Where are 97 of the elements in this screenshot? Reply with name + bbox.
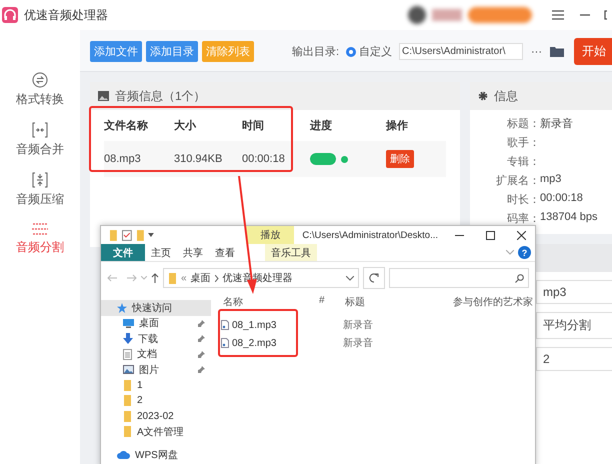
info-value: 138704 bps (540, 211, 598, 225)
folder-icon (123, 380, 132, 391)
dropdown-select[interactable]: 平均分割 (536, 312, 612, 339)
audio-file-icon (221, 338, 229, 348)
document-icon (123, 348, 132, 360)
picture-icon (123, 365, 134, 374)
star-icon (117, 302, 127, 313)
sidebar-item[interactable]: 音频压缩 (16, 172, 64, 208)
ribbon-tab[interactable]: 文件 (101, 244, 145, 261)
folder-icon (136, 230, 144, 240)
start-button[interactable]: 开始 (574, 38, 612, 65)
up-arrow-icon[interactable] (151, 273, 159, 283)
more-button[interactable]: ··· (527, 46, 546, 58)
column-header: 大小 (174, 118, 197, 134)
delete-button[interactable]: 删除 (386, 150, 414, 168)
sidebar-item[interactable]: 音频分割 (16, 222, 64, 256)
chevron-down-icon[interactable] (346, 276, 354, 280)
column-header: 进度 (310, 118, 333, 134)
info-label: 时长： (506, 193, 540, 207)
file-item[interactable]: 08_1.mp3 (221, 316, 276, 334)
cloud-icon (117, 451, 130, 460)
table-cell: 08.mp3 (104, 141, 174, 177)
column-header[interactable]: 标题 (343, 294, 365, 310)
table-cell: 310.94KB (174, 141, 242, 177)
folder-icon (168, 272, 177, 284)
sidebar-item[interactable]: 音频合并 (16, 122, 64, 158)
nav-item[interactable]: 下载 (101, 331, 211, 346)
search-icon (515, 274, 524, 282)
close-icon (517, 230, 526, 240)
table-cell: 00:00:18 (242, 141, 310, 177)
split-lines-icon (31, 222, 49, 236)
explorer-title: C:\Users\Administrator\Deskto... (302, 230, 438, 240)
info-label: 扩展名： (495, 174, 540, 188)
output-path-field[interactable]: C:\Users\Administrator\ (399, 43, 523, 60)
down-arrow-icon (123, 333, 133, 344)
nav-item[interactable]: 快速访问 (101, 300, 211, 316)
nav-item[interactable]: 1 (101, 378, 211, 393)
overflow-chevron: « (181, 272, 187, 284)
info-label: 码率： (506, 212, 540, 226)
menu-icon[interactable] (552, 10, 564, 20)
folder-icon (123, 410, 132, 422)
folder-icon (109, 230, 118, 240)
file-item[interactable]: 08_2.mp3 (221, 334, 276, 352)
minimize-icon (455, 234, 464, 236)
nav-item[interactable]: WPS网盘 (101, 448, 211, 463)
nav-item[interactable]: 文档 (101, 346, 211, 362)
info-label: 歌手： (506, 136, 540, 150)
column-header[interactable]: # (317, 294, 325, 310)
info-label: 标题： (506, 117, 540, 131)
folder-icon (123, 395, 132, 406)
swap-icon (32, 72, 48, 88)
info-value: mp3 (540, 173, 562, 187)
nav-item[interactable]: 2 (101, 393, 211, 408)
column-header: 文件名称 (104, 118, 149, 134)
output-label: 输出目录: (292, 45, 339, 59)
compress-icon (32, 172, 48, 188)
info-value: 新录音 (540, 116, 574, 131)
column-header: 时间 (242, 118, 265, 134)
merge-icon (32, 122, 48, 138)
gear-icon (478, 91, 488, 101)
nav-item[interactable]: 桌面 (101, 316, 211, 331)
file-title: 新录音 (343, 336, 374, 351)
audio-file-icon (221, 320, 229, 330)
folder-icon (123, 426, 132, 438)
ribbon-tab[interactable]: 查看 (209, 244, 241, 261)
breadcrumb-item[interactable]: 桌面 (190, 271, 211, 285)
window-title: 优速音频处理器 (24, 6, 108, 24)
folder-icon[interactable] (550, 46, 564, 57)
radio-button[interactable]: 自定义 (343, 44, 395, 59)
nav-item[interactable]: A文件管理 (101, 424, 211, 440)
file-title: 新录音 (343, 318, 374, 333)
sidebar-item[interactable]: 格式转换 (16, 72, 64, 108)
dropdown-select[interactable]: mp3 (536, 280, 612, 304)
image-icon (98, 91, 109, 101)
caret-icon[interactable] (148, 233, 154, 237)
nav-item[interactable]: 图片 (101, 362, 211, 378)
nav-item[interactable]: 2023-02 (101, 408, 211, 424)
context-tab-header: 播放 (246, 226, 294, 244)
chevron-right-icon (214, 274, 219, 282)
column-header[interactable]: 名称 (221, 294, 243, 310)
refresh-icon (369, 273, 379, 283)
search-field[interactable] (389, 268, 529, 288)
panel-title: 信息 (494, 88, 518, 104)
ribbon-tab[interactable]: 音乐工具 (265, 244, 317, 261)
panel-title: 音频信息（1个） (115, 88, 206, 104)
info-label: 专辑： (506, 155, 540, 169)
ribbon-tab[interactable]: 主页 (145, 244, 177, 261)
column-header: 操作 (386, 119, 409, 134)
help-button[interactable]: ? (518, 246, 531, 259)
checklist-icon[interactable] (122, 230, 132, 240)
dropdown-select[interactable]: 2 (536, 347, 612, 371)
status-dot-icon (341, 156, 348, 162)
ribbon-tab[interactable]: 共享 (177, 244, 209, 261)
desktop-icon (123, 318, 134, 328)
refresh-button[interactable] (363, 267, 385, 289)
column-header[interactable]: 参与创作的艺术家 (451, 294, 533, 310)
info-value: 00:00:18 (540, 192, 584, 206)
